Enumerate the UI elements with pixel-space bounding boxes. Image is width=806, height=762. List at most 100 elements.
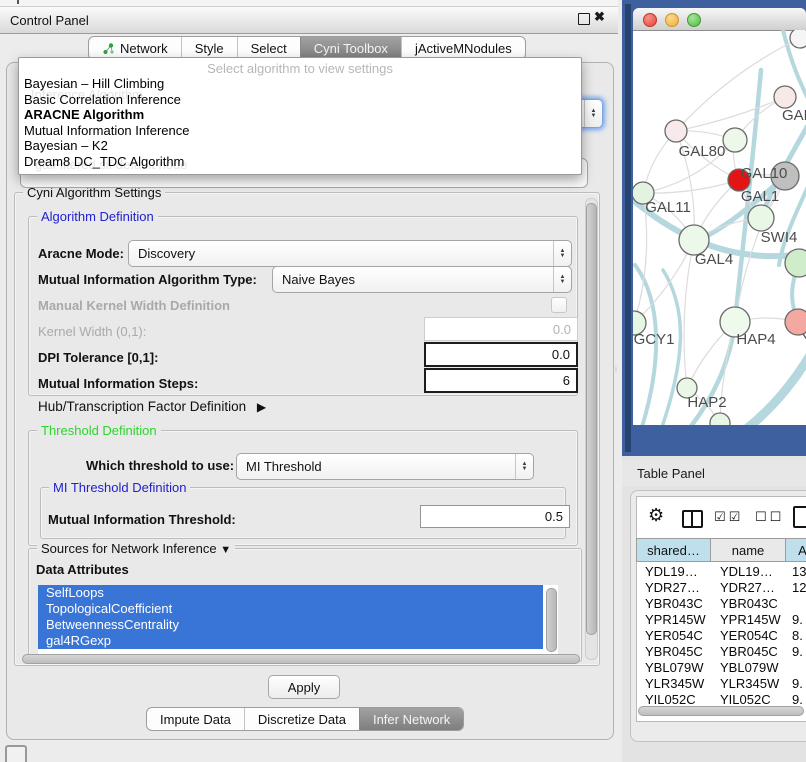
tab-label: Discretize Data [258, 712, 346, 727]
tab-discretize-data[interactable]: Discretize Data [244, 708, 359, 730]
mi-algorithm-type-combo[interactable]: Naive Bayes ▲▼ [272, 266, 572, 293]
control-panel-titlebar: Control Panel [0, 6, 618, 34]
edge[interactable] [684, 240, 694, 388]
node-partial[interactable] [710, 413, 730, 425]
tab-label: Network [120, 41, 168, 56]
close-icon[interactable]: ✖ [594, 9, 605, 25]
table-row[interactable]: YER054CYER054C8. [636, 627, 806, 643]
zoom-traffic-light[interactable] [687, 13, 701, 27]
node-label: Y [802, 331, 806, 348]
node-label: GAL80 [679, 143, 726, 160]
table-row[interactable]: YIL052CYIL052C9. [636, 691, 806, 707]
node-SWI4[interactable] [748, 205, 774, 231]
expand-right-icon[interactable]: ▶ [257, 400, 266, 414]
table-cell: YBR045C [711, 644, 786, 659]
spinner-arrows-icon: ▲▼ [515, 454, 533, 479]
manual-kernel-width-checkbox[interactable] [551, 297, 567, 313]
network-window-titlebar[interactable] [633, 8, 806, 31]
panel-title: Control Panel [0, 13, 89, 28]
column-header[interactable]: name [711, 538, 786, 562]
table-row[interactable]: YLR345WYLR345W9. [636, 675, 806, 691]
aracne-mode-combo[interactable]: Discovery ▲▼ [128, 240, 572, 267]
top-tick [17, 0, 19, 4]
kernel-width-label: Kernel Width (0,1): [38, 324, 146, 339]
hub-definition-label[interactable]: Hub/Transcription Factor Definition ▶ [38, 399, 266, 414]
tab-label: Select [251, 41, 287, 56]
table-panel-titlebar: Table Panel [622, 460, 806, 486]
table-row[interactable]: YPR145WYPR145W9. [636, 611, 806, 627]
algorithm-option[interactable]: ARACNE Algorithm [19, 107, 581, 123]
table-cell: YPR145W [711, 612, 786, 627]
splitter-grip-icon[interactable]: ⁞ [615, 369, 620, 377]
network-icon [102, 42, 115, 55]
mi-steps-field[interactable]: 6 [424, 368, 578, 393]
node-label: GAL [782, 107, 806, 124]
select-all-checks-icon[interactable]: ☑☑ [714, 510, 743, 525]
tab-impute-data[interactable]: Impute Data [147, 708, 244, 730]
tab-cyni-toolbox[interactable]: Cyni Toolbox [300, 37, 401, 59]
node-label: HAP2 [687, 394, 726, 411]
dpi-tolerance-field[interactable]: 0.0 [424, 342, 578, 367]
algorithm-option[interactable]: Bayesian – K2 [19, 138, 581, 154]
tab-jactivemnodules[interactable]: jActiveMNodules [401, 37, 525, 59]
attribute-list-item[interactable]: BetweennessCentrality [38, 617, 543, 633]
settings-hscrollbar-thumb[interactable] [22, 654, 580, 664]
tab-style[interactable]: Style [181, 37, 237, 59]
screen: Control Panel ✖ Network Style Select Cyni T… [0, 0, 806, 762]
apply-button[interactable]: Apply [268, 675, 340, 699]
network-graph-canvas[interactable]: GAL80GALGAL10GAL1GAL11GAL4SWI4GCY1HAP4YH… [633, 30, 806, 425]
tab-select[interactable]: Select [237, 37, 300, 59]
deselect-all-checks-icon[interactable]: ☐☐ [755, 510, 784, 525]
tab-label: Impute Data [160, 712, 231, 727]
aracne-mode-label: Aracne Mode: [38, 246, 124, 261]
table-cell: 12 [786, 580, 806, 595]
table-cell: YLR345W [636, 676, 711, 691]
network-view-window[interactable]: GAL80GALGAL10GAL1GAL11GAL4SWI4GCY1HAP4YH… [633, 8, 806, 425]
group-title: Sources for Network Inference ▼ [37, 541, 235, 556]
tab-label: jActiveMNodules [415, 41, 512, 56]
tab-label: Infer Network [373, 712, 450, 727]
attribute-list-item[interactable]: gal4RGexp [38, 633, 543, 649]
which-threshold-combo[interactable]: MI Threshold ▲▼ [236, 453, 534, 480]
column-header[interactable]: A [786, 538, 806, 562]
column-header[interactable]: shared… [636, 538, 711, 562]
spinner-arrows-icon: ▲▼ [584, 100, 602, 127]
node-partial[interactable] [785, 249, 806, 277]
mi-threshold-field[interactable]: 0.5 [420, 505, 570, 528]
gear-icon[interactable]: ⚙ [648, 505, 664, 526]
minimize-traffic-light[interactable] [665, 13, 679, 27]
tab-network[interactable]: Network [89, 37, 181, 59]
restore-panel-icon[interactable] [5, 745, 27, 762]
algorithm-option[interactable]: Mutual Information Inference [19, 123, 581, 139]
new-table-icon[interactable] [793, 506, 806, 528]
node-label: GAL11 [645, 199, 691, 216]
tab-infer-network[interactable]: Infer Network [359, 708, 463, 730]
table-row[interactable]: YBR043CYBR043C [636, 595, 806, 611]
table-panel-title: Table Panel [622, 466, 705, 481]
attribute-list-item[interactable]: TopologicalCoefficient [38, 601, 543, 617]
table-cell: 9. [786, 644, 806, 659]
close-traffic-light[interactable] [643, 13, 657, 27]
table-body: YDL19…YDL19…13YDR27…YDR27…12YBR043CYBR04… [636, 563, 806, 707]
node-label: GAL1 [741, 188, 779, 205]
node-GAL80[interactable] [665, 120, 687, 142]
collapse-down-icon[interactable]: ▼ [220, 544, 231, 556]
table-cell: YPR145W [636, 612, 711, 627]
table-row[interactable]: YBL079WYBL079W [636, 659, 806, 675]
node-GAL10[interactable] [723, 128, 747, 152]
node-label: GCY1 [634, 331, 675, 348]
attribute-list-item[interactable]: SelfLoops [38, 585, 543, 601]
settings-scrollbar-track[interactable] [585, 198, 598, 660]
edge-highlighted[interactable] [745, 350, 806, 425]
table-row[interactable]: YDL19…YDL19…13 [636, 563, 806, 579]
settings-scrollbar-thumb[interactable] [586, 203, 597, 635]
columns-icon[interactable] [682, 510, 703, 528]
node-GAL[interactable] [774, 86, 796, 108]
table-hscrollbar-thumb[interactable] [638, 706, 804, 716]
list-scrollbar-thumb[interactable] [546, 588, 557, 652]
table-cell: YIL052C [636, 692, 711, 707]
node-partial[interactable] [790, 30, 806, 48]
table-row[interactable]: YDR27…YDR27…12 [636, 579, 806, 595]
float-window-icon[interactable] [578, 13, 590, 25]
table-row[interactable]: YBR045CYBR045C9. [636, 643, 806, 659]
